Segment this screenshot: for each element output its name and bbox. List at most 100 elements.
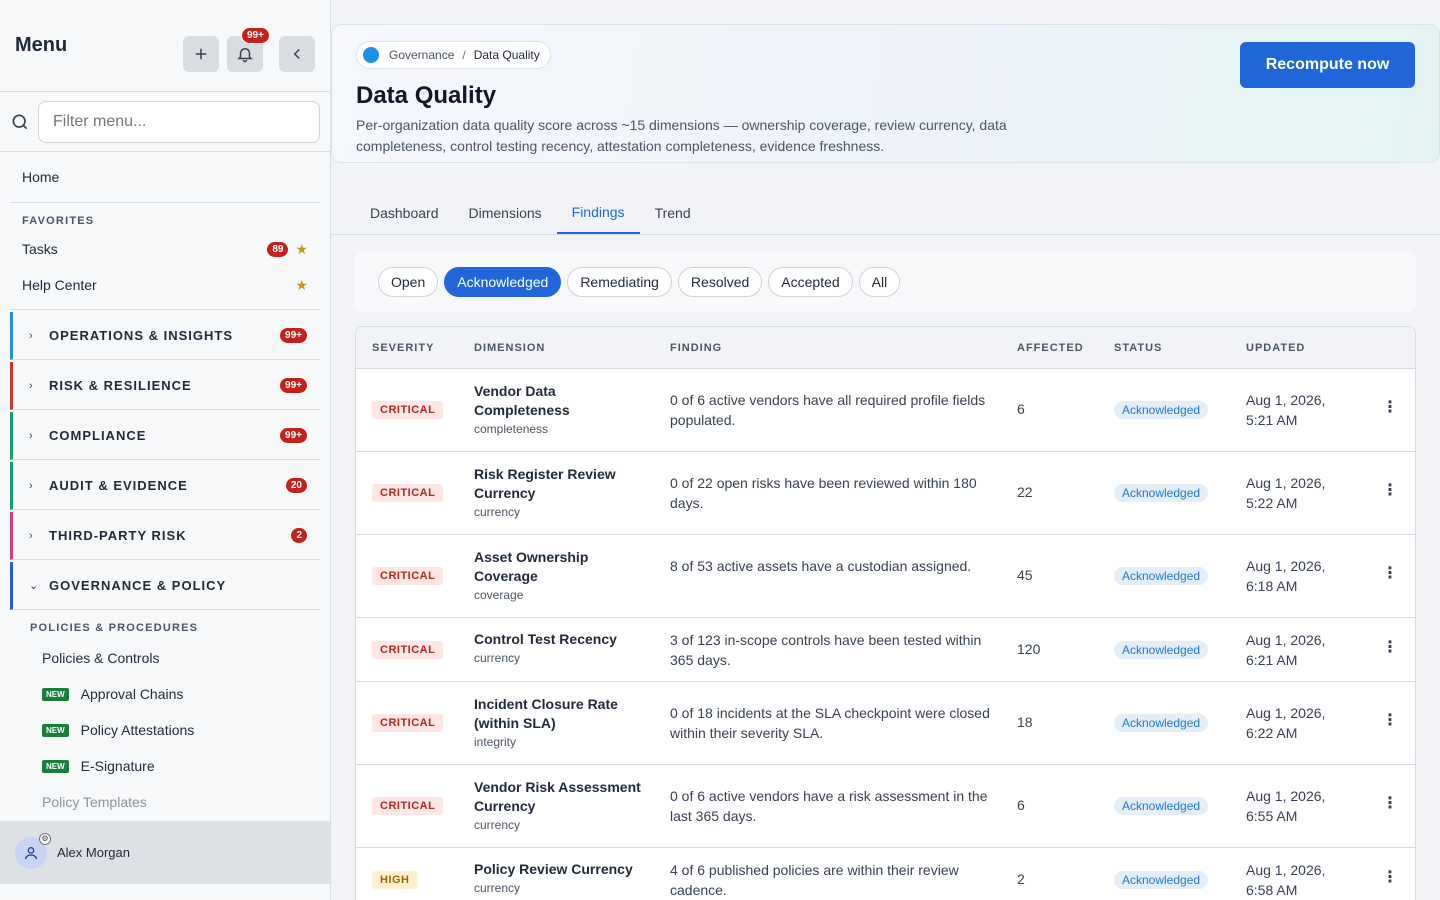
updated-timestamp: Aug 1, 2026, 5:21 AM (1246, 392, 1326, 428)
tasks-count-badge: 89 (266, 240, 290, 258)
column-header-status[interactable]: STATUS (1114, 342, 1162, 354)
star-icon[interactable]: ★ (295, 241, 308, 258)
sidebar-item-label: Policies & Controls (42, 650, 160, 666)
filter-acknowledged[interactable]: Acknowledged (444, 267, 562, 297)
updated-timestamp: Aug 1, 2026, 6:22 AM (1246, 705, 1326, 741)
group-label: OPERATIONS & INSIGHTS (49, 328, 233, 343)
column-header-affected[interactable]: AFFECTED (1017, 342, 1084, 354)
sidebar-group-governance[interactable]: ⌄ GOVERNANCE & POLICY (10, 562, 320, 610)
dimension-name[interactable]: Vendor Data Completeness (474, 382, 644, 420)
row-actions-icon[interactable]: ⋮ (1382, 710, 1398, 730)
dimension-name[interactable]: Asset Ownership Coverage (474, 548, 644, 586)
row-actions-icon[interactable]: ⋮ (1382, 867, 1398, 887)
column-header-finding[interactable]: FINDING (670, 342, 722, 354)
row-actions-icon[interactable]: ⋮ (1382, 480, 1398, 500)
table-row[interactable]: CRITICAL Incident Closure Rate (within S… (356, 682, 1415, 765)
sidebar-group-operations[interactable]: › OPERATIONS & INSIGHTS 99+ (10, 312, 320, 360)
dimension-name[interactable]: Vendor Risk Assessment Currency (474, 778, 644, 816)
breadcrumb-parent[interactable]: Governance (389, 48, 454, 62)
table-row[interactable]: HIGH Policy Review Currency currency 4 o… (356, 848, 1415, 900)
dimension-key: integrity (474, 735, 517, 749)
severity-badge: CRITICAL (372, 484, 444, 502)
sidebar-item-help-center[interactable]: Help Center ★ (10, 267, 320, 303)
sidebar-item-tasks[interactable]: Tasks 89 ★ (10, 231, 320, 267)
collapse-sidebar-button[interactable] (279, 36, 315, 72)
sidebar-title: Menu (15, 34, 68, 56)
group-count-badge: 99+ (279, 377, 308, 394)
filter-resolved[interactable]: Resolved (677, 267, 763, 297)
dimension-cell: Control Test Recency currency (474, 630, 674, 665)
sidebar-item-label: Help Center (22, 277, 97, 293)
table-header: SEVERITY DIMENSION FINDING AFFECTED STAT… (356, 327, 1415, 369)
row-actions-icon[interactable]: ⋮ (1382, 637, 1398, 657)
group-label: RISK & RESILIENCE (49, 378, 192, 393)
dimension-cell: Risk Register Review Currency currency (474, 465, 644, 519)
sidebar-item-policies-controls[interactable]: Policies & Controls (10, 640, 320, 676)
table-row[interactable]: CRITICAL Asset Ownership Coverage covera… (356, 535, 1415, 618)
chevron-right-icon: › (29, 429, 33, 442)
main-content: Governance / Data Quality Data Quality P… (331, 0, 1440, 900)
table-row[interactable]: CRITICAL Control Test Recency currency 3… (356, 618, 1415, 682)
gear-icon[interactable]: ⚙ (39, 832, 51, 845)
table-row[interactable]: CRITICAL Vendor Data Completeness comple… (356, 369, 1415, 452)
table-row[interactable]: CRITICAL Vendor Risk Assessment Currency… (356, 765, 1415, 848)
sidebar-group-audit[interactable]: › AUDIT & EVIDENCE 20 (10, 462, 320, 510)
updated-timestamp: Aug 1, 2026, 6:55 AM (1246, 788, 1326, 824)
notifications-button[interactable]: 99+ (227, 27, 270, 72)
breadcrumb: Governance / Data Quality (356, 41, 551, 69)
row-actions-icon[interactable]: ⋮ (1382, 563, 1398, 583)
group-label: COMPLIANCE (49, 428, 147, 443)
sidebar-item-e-signature[interactable]: NEW E-Signature (10, 748, 320, 784)
filter-open[interactable]: Open (378, 267, 439, 297)
tab-dimensions[interactable]: Dimensions (454, 192, 557, 234)
sidebar-group-compliance[interactable]: › COMPLIANCE 99+ (10, 412, 320, 460)
severity-badge: HIGH (372, 871, 418, 889)
sidebar-item-label: E-Signature (80, 758, 155, 774)
dimension-cell: Incident Closure Rate (within SLA) integ… (474, 695, 644, 749)
column-header-dimension[interactable]: DIMENSION (474, 342, 545, 354)
sidebar-item-label: Approval Chains (80, 686, 184, 702)
finding-text: 0 of 22 open risks have been reviewed wi… (670, 475, 977, 511)
sidebar-item-policy-templates[interactable]: Policy Templates (10, 784, 320, 820)
sidebar-group-risk[interactable]: › RISK & RESILIENCE 99+ (10, 362, 320, 410)
severity-badge: CRITICAL (372, 797, 444, 815)
table-row[interactable]: CRITICAL Risk Register Review Currency c… (356, 452, 1415, 535)
tab-trend[interactable]: Trend (640, 192, 706, 234)
tab-dashboard[interactable]: Dashboard (355, 192, 454, 234)
filter-menu-input[interactable] (38, 100, 320, 143)
filter-accepted[interactable]: Accepted (768, 267, 853, 297)
sidebar-item-approval-chains[interactable]: NEW Approval Chains (10, 676, 320, 712)
sidebar: Menu 99+ Home FAVORITES Tasks 89 ★ Help … (0, 0, 331, 900)
add-button[interactable] (183, 36, 219, 72)
dimension-name[interactable]: Policy Review Currency (474, 860, 674, 879)
affected-count: 6 (1017, 797, 1025, 813)
new-badge: NEW (42, 687, 69, 701)
filter-all[interactable]: All (858, 267, 901, 297)
dimension-cell: Policy Review Currency currency (474, 860, 674, 895)
user-profile[interactable]: ⚙ Alex Morgan (0, 821, 330, 884)
sidebar-item-policy-attestations[interactable]: NEW Policy Attestations (10, 712, 320, 748)
column-header-severity[interactable]: SEVERITY (372, 342, 434, 354)
dimension-name[interactable]: Control Test Recency (474, 630, 674, 649)
findings-table: SEVERITY DIMENSION FINDING AFFECTED STAT… (355, 326, 1416, 900)
dimension-name[interactable]: Risk Register Review Currency (474, 465, 644, 503)
user-name: Alex Morgan (57, 845, 130, 860)
group-count-badge: 99+ (279, 427, 308, 444)
sidebar-item-home[interactable]: Home (10, 152, 320, 202)
dimension-name[interactable]: Incident Closure Rate (within SLA) (474, 695, 644, 733)
tab-findings[interactable]: Findings (556, 192, 640, 234)
avatar[interactable]: ⚙ (15, 832, 51, 869)
status-badge: Acknowledged (1114, 871, 1209, 889)
dimension-key: currency (474, 505, 521, 519)
finding-text: 4 of 6 published policies are within the… (670, 862, 959, 898)
severity-badge: CRITICAL (372, 641, 444, 659)
filter-remediating[interactable]: Remediating (567, 267, 672, 297)
governance-icon (363, 47, 379, 63)
dimension-cell: Vendor Risk Assessment Currency currency (474, 778, 644, 832)
star-icon[interactable]: ★ (295, 277, 308, 294)
column-header-updated[interactable]: UPDATED (1246, 342, 1305, 354)
row-actions-icon[interactable]: ⋮ (1382, 793, 1398, 813)
row-actions-icon[interactable]: ⋮ (1382, 397, 1398, 417)
recompute-button[interactable]: Recompute now (1240, 42, 1415, 88)
sidebar-group-third-party[interactable]: › THIRD-PARTY RISK 2 (10, 512, 320, 560)
